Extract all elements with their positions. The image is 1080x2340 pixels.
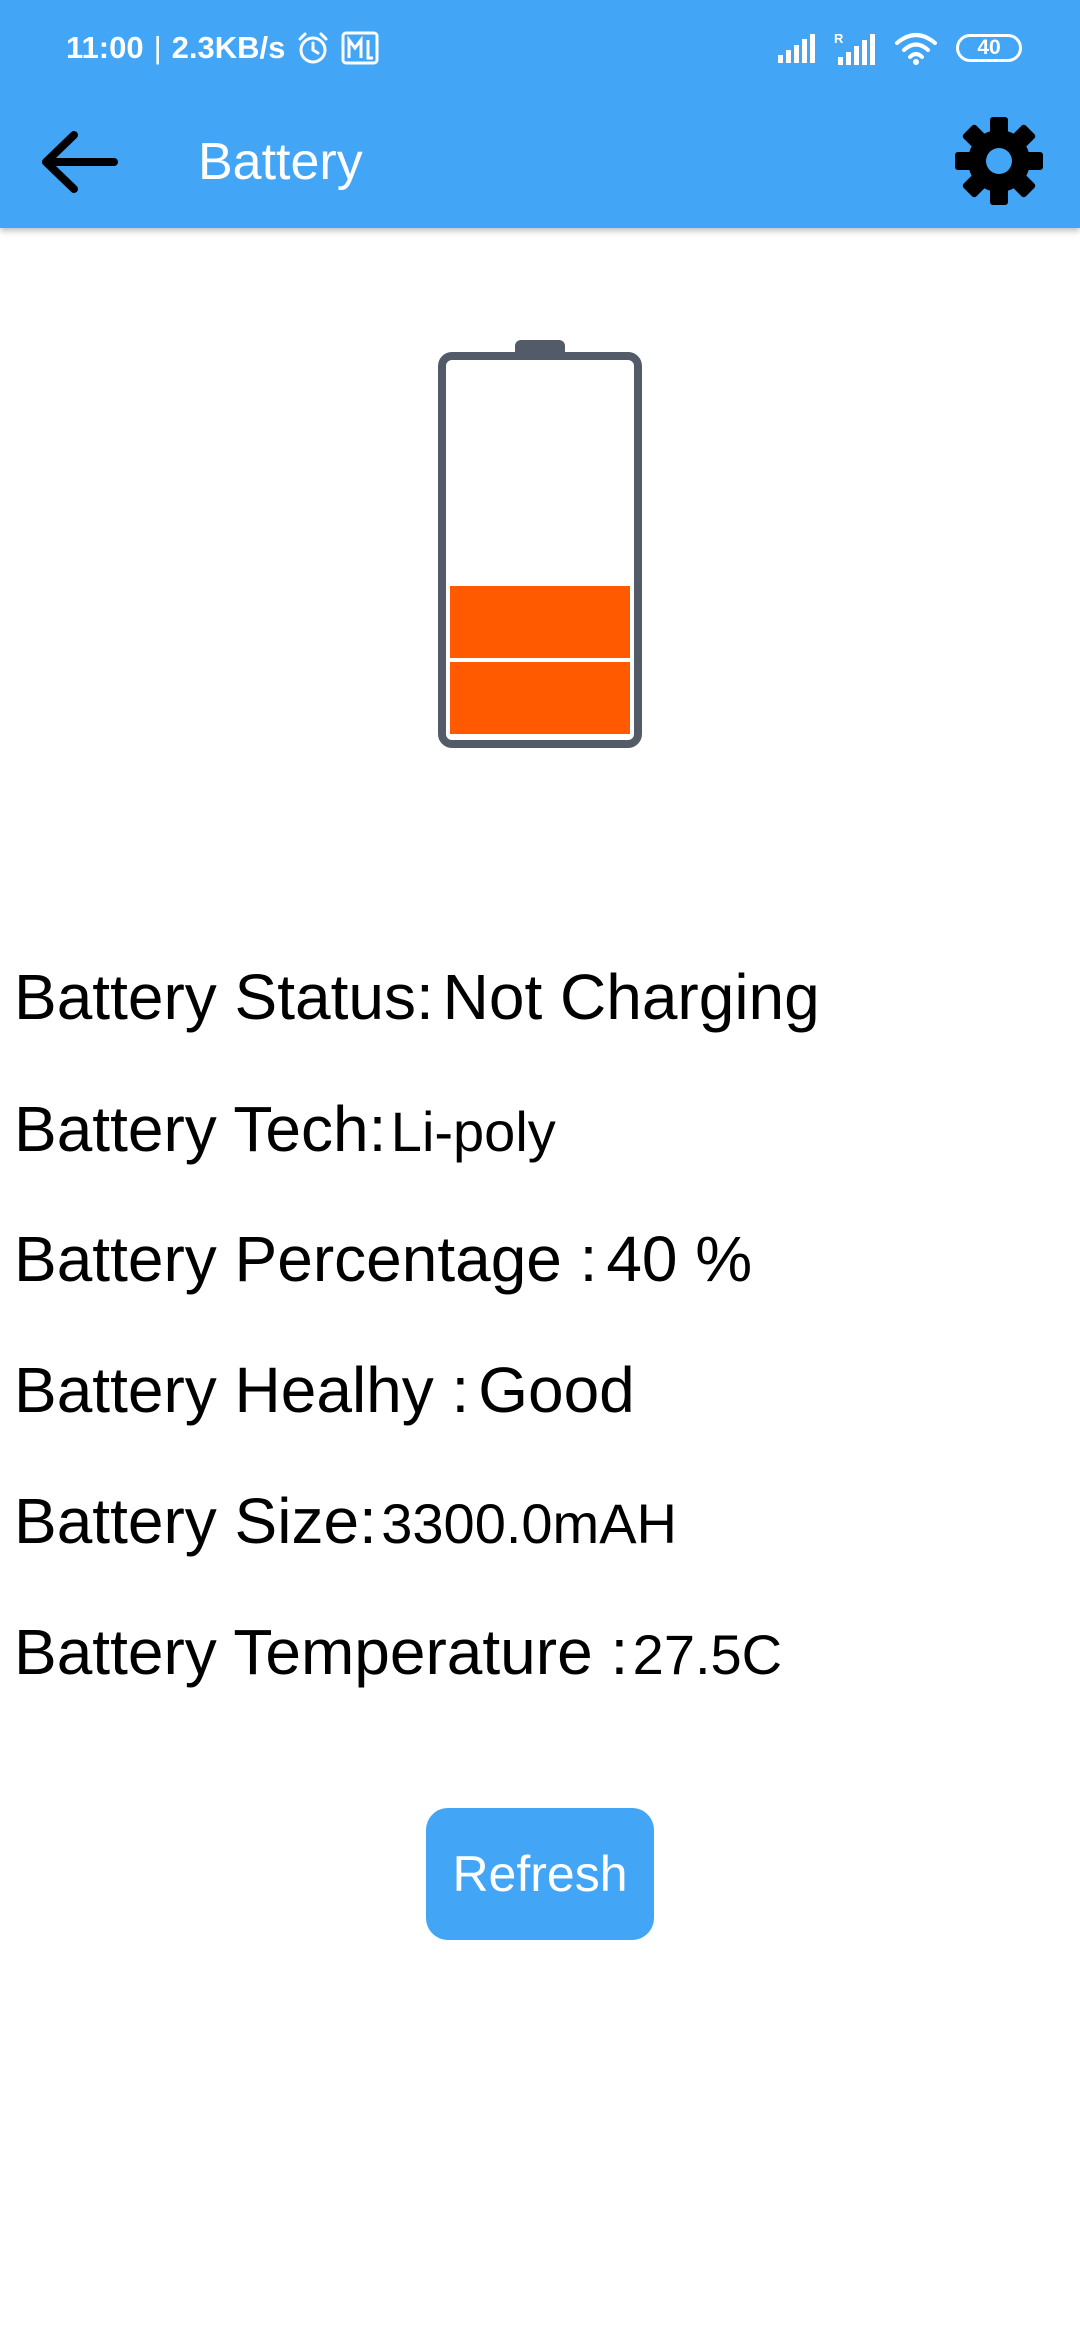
battery-size-row: Battery Size: 3300.0mAH bbox=[14, 1484, 677, 1558]
battery-health-value: Good bbox=[478, 1354, 635, 1426]
status-bar-left: 11:00 | 2.3KB/s bbox=[66, 26, 379, 70]
battery-temperature-label: Battery Temperature : bbox=[14, 1616, 629, 1688]
status-bar-right: R 40 bbox=[776, 26, 1022, 70]
battery-level-text: 40 bbox=[977, 36, 1001, 59]
battery-tech-label: Battery Tech: bbox=[14, 1093, 387, 1165]
settings-button[interactable] bbox=[944, 106, 1054, 216]
battery-percentage-row: Battery Percentage : 40 % bbox=[14, 1222, 752, 1296]
mi-icon bbox=[341, 31, 379, 65]
back-button[interactable] bbox=[30, 118, 126, 206]
battery-health-label: Battery Healhy : bbox=[14, 1354, 470, 1426]
battery-size-value: 3300.0mAH bbox=[381, 1492, 677, 1555]
roaming-signal-icon: R bbox=[834, 31, 875, 65]
refresh-button[interactable]: Refresh bbox=[426, 1808, 654, 1940]
battery-tech-row: Battery Tech: Li-poly bbox=[14, 1092, 556, 1166]
battery-health-row: Battery Healhy : Good bbox=[14, 1353, 635, 1427]
signal-icon bbox=[778, 34, 815, 63]
battery-fill bbox=[450, 586, 630, 734]
app-bar: 11:00 | 2.3KB/s R 40 Battery bbox=[0, 0, 1080, 228]
battery-percentage-value: 40 % bbox=[606, 1223, 753, 1295]
status-bar: 11:00 | 2.3KB/s R 40 bbox=[0, 0, 1080, 96]
battery-temperature-value: 27.5C bbox=[632, 1623, 783, 1686]
battery-icon: 40 bbox=[956, 34, 1022, 62]
svg-text:R: R bbox=[834, 31, 844, 46]
battery-size-label: Battery Size: bbox=[14, 1485, 377, 1557]
battery-level-graphic bbox=[438, 340, 642, 748]
battery-fill-segment bbox=[450, 662, 630, 734]
clock: 11:00 bbox=[66, 30, 144, 65]
battery-status-label: Battery Status: bbox=[14, 961, 434, 1033]
battery-percentage-label: Battery Percentage : bbox=[14, 1223, 598, 1295]
battery-tech-value: Li-poly bbox=[390, 1100, 556, 1163]
separator: | bbox=[153, 30, 162, 65]
wifi-icon bbox=[895, 33, 937, 65]
battery-temperature-row: Battery Temperature : 27.5C bbox=[14, 1615, 782, 1689]
gear-icon bbox=[955, 117, 1043, 205]
battery-status-row: Battery Status: Not Charging bbox=[14, 960, 820, 1034]
battery-status-value: Not Charging bbox=[442, 961, 820, 1033]
alarm-icon bbox=[298, 32, 328, 64]
toolbar: Battery bbox=[0, 96, 1080, 228]
battery-fill-segment bbox=[450, 586, 630, 658]
page-title: Battery bbox=[198, 133, 363, 191]
network-speed: 2.3KB/s bbox=[171, 30, 286, 65]
arrow-left-icon bbox=[42, 131, 118, 193]
